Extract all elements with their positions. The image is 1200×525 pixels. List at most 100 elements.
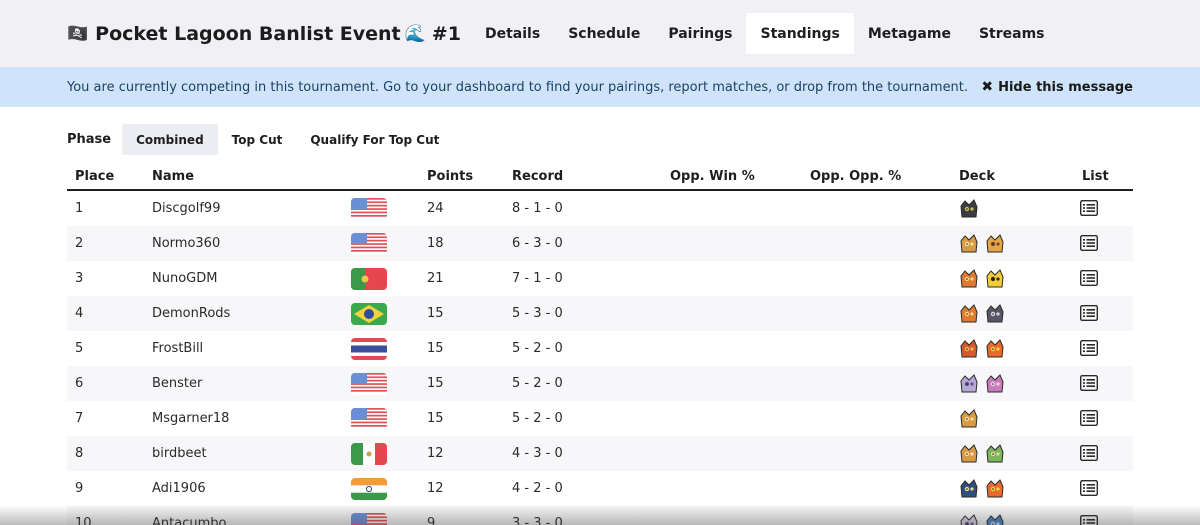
record-cell: 6 - 3 - 0 <box>512 236 563 251</box>
decklist-icon[interactable] <box>1079 199 1099 217</box>
tab-schedule[interactable]: Schedule <box>554 13 654 54</box>
record-cell: 4 - 3 - 0 <box>512 446 563 461</box>
column-opp-opp[interactable]: Opp. Opp. % <box>810 169 901 184</box>
player-name-link[interactable]: Msgarner18 <box>152 411 229 426</box>
phase-label: Phase <box>67 132 112 147</box>
deck-pokemon-icon <box>983 267 1007 291</box>
deck-cell[interactable] <box>957 475 1009 503</box>
player-name-link[interactable]: Normo360 <box>152 236 220 251</box>
wave-icon: 🌊 <box>404 24 426 44</box>
column-opp-win[interactable]: Opp. Win % <box>670 169 755 184</box>
tab-streams[interactable]: Streams <box>965 13 1059 54</box>
table-row: 10 Antacumbo 9 3 - 3 - 0 <box>67 506 1133 525</box>
deck-cell[interactable] <box>957 405 983 433</box>
place-cell: 1 <box>75 201 84 216</box>
place-cell: 2 <box>75 236 84 251</box>
phase-combined-button[interactable]: Combined <box>122 124 218 155</box>
deck-pokemon-icon <box>957 197 981 221</box>
table-row: 4 DemonRods 15 5 - 3 - 0 <box>67 296 1133 331</box>
tournament-header: 🏴‍☠️ Pocket Lagoon Banlist Event 🌊 #1 De… <box>0 0 1200 67</box>
column-list[interactable]: List <box>1082 169 1109 184</box>
deck-pokemon-icon <box>983 302 1007 326</box>
player-name-link[interactable]: NunoGDM <box>152 271 217 286</box>
deck-cell[interactable] <box>957 370 1009 398</box>
points-cell: 15 <box>427 411 444 426</box>
player-name-link[interactable]: Antacumbo <box>152 516 226 525</box>
tab-metagame[interactable]: Metagame <box>854 13 965 54</box>
player-name-link[interactable]: Benster <box>152 376 202 391</box>
record-cell: 5 - 2 - 0 <box>512 341 563 356</box>
title-text: Pocket Lagoon Banlist Event <box>95 23 401 45</box>
hide-message-button[interactable]: ✖ Hide this message <box>981 79 1133 95</box>
player-name-link[interactable]: Adi1906 <box>152 481 206 496</box>
column-place[interactable]: Place <box>75 169 114 184</box>
deck-cell[interactable] <box>957 230 1009 258</box>
table-row: 2 Normo360 18 6 - 3 - 0 <box>67 226 1133 261</box>
tab-details[interactable]: Details <box>471 13 554 54</box>
table-row: 7 Msgarner18 15 5 - 2 - 0 <box>67 401 1133 436</box>
country-flag-icon <box>351 443 387 465</box>
tab-standings[interactable]: Standings <box>746 13 854 54</box>
country-flag-icon <box>351 513 387 525</box>
country-flag-icon <box>351 303 387 325</box>
deck-cell[interactable] <box>957 440 1009 468</box>
deck-pokemon-icon <box>983 512 1007 525</box>
decklist-icon[interactable] <box>1080 515 1098 525</box>
player-name-link[interactable]: DemonRods <box>152 306 230 321</box>
close-icon: ✖ <box>981 79 994 95</box>
decklist-icon[interactable] <box>1079 479 1099 497</box>
deck-pokemon-icon <box>983 372 1007 396</box>
deck-pokemon-icon <box>957 302 981 326</box>
decklist-icon[interactable] <box>1079 409 1099 427</box>
phase-selector: Phase Combined Top Cut Qualify For Top C… <box>67 124 453 155</box>
competing-banner: You are currently competing in this tour… <box>0 67 1200 107</box>
deck-pokemon-icon <box>983 232 1007 256</box>
record-cell: 4 - 2 - 0 <box>512 481 563 496</box>
deck-cell[interactable] <box>957 510 1009 525</box>
decklist-icon[interactable] <box>1079 374 1099 392</box>
table-row: 3 NunoGDM 21 7 - 1 - 0 <box>67 261 1133 296</box>
deck-pokemon-icon <box>957 407 981 431</box>
country-flag-icon <box>351 478 387 500</box>
place-cell: 8 <box>75 446 84 461</box>
decklist-icon[interactable] <box>1079 339 1099 357</box>
player-name-link[interactable]: Discgolf99 <box>152 201 220 216</box>
phase-qualify-button[interactable]: Qualify For Top Cut <box>296 124 453 155</box>
column-record[interactable]: Record <box>512 169 563 184</box>
record-cell: 5 - 3 - 0 <box>512 306 563 321</box>
deck-cell[interactable] <box>957 335 1009 363</box>
deck-cell[interactable] <box>957 300 1009 328</box>
place-cell: 9 <box>75 481 84 496</box>
deck-pokemon-icon <box>957 232 981 256</box>
place-cell: 6 <box>75 376 84 391</box>
pirate-flag-icon: 🏴‍☠️ <box>67 24 89 44</box>
place-cell: 10 <box>75 516 92 525</box>
player-name-link[interactable]: birdbeet <box>152 446 207 461</box>
phase-top-cut-button[interactable]: Top Cut <box>218 124 297 155</box>
points-cell: 24 <box>427 201 444 216</box>
points-cell: 15 <box>427 376 444 391</box>
deck-pokemon-icon <box>957 477 981 501</box>
deck-cell[interactable] <box>957 265 1009 293</box>
deck-pokemon-icon <box>957 337 981 361</box>
country-flag-icon <box>351 338 387 360</box>
country-flag-icon <box>351 268 387 290</box>
decklist-icon[interactable] <box>1079 269 1099 287</box>
points-cell: 21 <box>427 271 444 286</box>
decklist-icon[interactable] <box>1079 444 1099 462</box>
table-row: 9 Adi1906 12 4 - 2 - 0 <box>67 471 1133 506</box>
deck-cell[interactable] <box>957 195 983 223</box>
table-row: 1 Discgolf99 24 8 - 1 - 0 <box>67 191 1133 226</box>
player-name-link[interactable]: FrostBill <box>152 341 203 356</box>
country-flag-icon <box>351 233 387 255</box>
points-cell: 15 <box>427 341 444 356</box>
country-flag-icon <box>351 373 387 395</box>
tab-pairings[interactable]: Pairings <box>654 13 746 54</box>
decklist-icon[interactable] <box>1079 234 1099 252</box>
decklist-icon[interactable] <box>1079 304 1099 322</box>
column-points[interactable]: Points <box>427 169 473 184</box>
column-deck[interactable]: Deck <box>959 169 995 184</box>
table-row: 8 birdbeet 12 4 - 3 - 0 <box>67 436 1133 471</box>
column-name[interactable]: Name <box>152 169 194 184</box>
deck-pokemon-icon <box>957 442 981 466</box>
